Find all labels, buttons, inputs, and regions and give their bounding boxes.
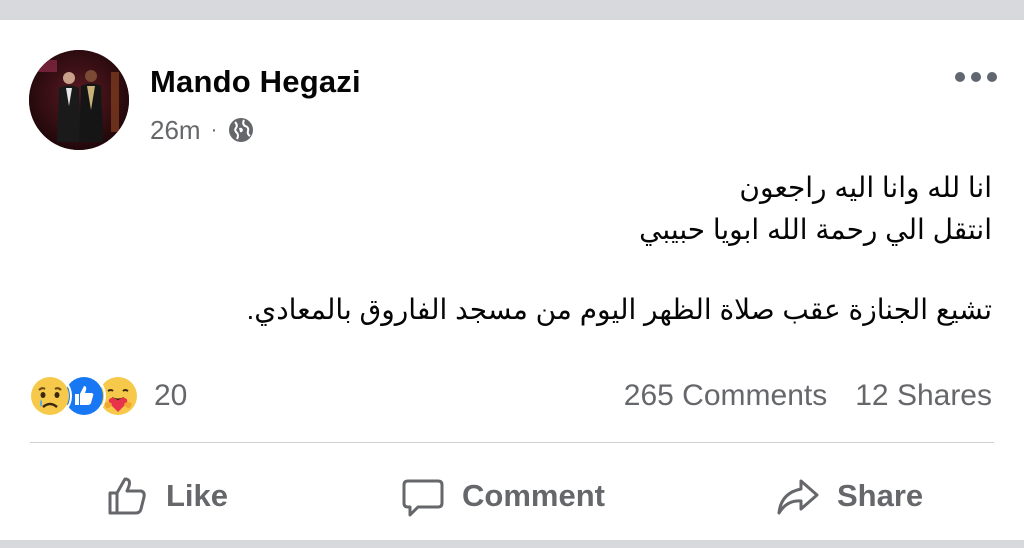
post-text-line: انتقل الي رحمة الله ابويا حبيبي bbox=[639, 214, 992, 245]
thumbs-up-icon bbox=[108, 477, 146, 515]
post-card: Mando Hegazi 26m · انا لله وانا اليه راج… bbox=[0, 0, 1024, 548]
share-arrow-icon bbox=[777, 479, 819, 515]
comment-button[interactable]: Comment bbox=[400, 468, 605, 524]
comment-label: Comment bbox=[462, 478, 605, 513]
like-button[interactable]: Like bbox=[104, 468, 228, 524]
engagement-stats: 265 Comments 12 Shares bbox=[624, 375, 992, 417]
bottom-separator-bar bbox=[0, 540, 1024, 548]
post-meta: 26m · bbox=[150, 113, 255, 147]
post-text-line: تشيع الجنازة عقب صلاة الظهر اليوم من مسج… bbox=[246, 294, 993, 325]
comment-bubble-icon bbox=[402, 479, 444, 517]
more-options-button[interactable] bbox=[948, 60, 1004, 94]
meta-separator: · bbox=[210, 118, 218, 141]
post-text-line: انا لله وانا اليه راجعون bbox=[739, 172, 992, 203]
reaction-count: 20 bbox=[154, 379, 188, 412]
top-separator-bar bbox=[0, 0, 1024, 20]
avatar[interactable] bbox=[29, 50, 129, 150]
share-label: Share bbox=[837, 478, 924, 513]
post-text: انا لله وانا اليه راجعون انتقل الي رحمة … bbox=[72, 167, 993, 331]
reactions-summary[interactable]: 20 bbox=[28, 373, 187, 419]
globe-icon[interactable] bbox=[227, 116, 255, 144]
sad-reaction-icon bbox=[28, 374, 72, 418]
more-options-icon bbox=[955, 72, 997, 82]
action-divider bbox=[30, 442, 994, 443]
post-timestamp[interactable]: 26m bbox=[150, 115, 201, 146]
avatar-photo bbox=[29, 50, 129, 150]
like-label: Like bbox=[166, 478, 229, 513]
share-button[interactable]: Share bbox=[775, 468, 923, 524]
post-text-blank-line bbox=[72, 251, 992, 289]
shares-count-link[interactable]: 12 Shares bbox=[855, 379, 992, 413]
comments-count-link[interactable]: 265 Comments bbox=[624, 379, 827, 413]
author-name[interactable]: Mando Hegazi bbox=[150, 64, 361, 100]
